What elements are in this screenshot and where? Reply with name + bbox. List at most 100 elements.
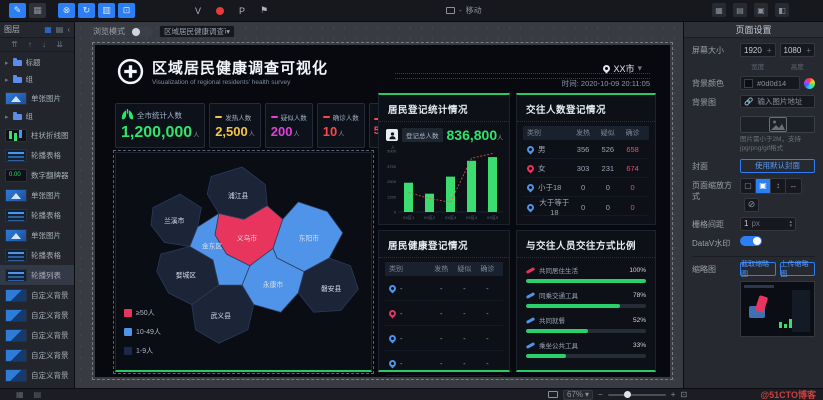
scale-none-icon[interactable]: ⊘ [744, 198, 759, 212]
layer-item[interactable]: 自定义背景块 [0, 305, 74, 325]
svg-text:XX区3: XX区3 [445, 215, 457, 220]
scale-fit-icon[interactable]: ▢ [741, 179, 756, 193]
thumbnail-view-icon[interactable]: ▦ [44, 25, 52, 34]
layer-item[interactable]: 单张图片 [0, 185, 74, 205]
stepper-icon[interactable]: ▴▾ [789, 220, 792, 228]
table-row[interactable]: 男356526658 [523, 140, 649, 159]
contact-table-panel[interactable]: 交往人数登记情况 类别发热疑似确诊男356526658女303231674小于1… [516, 93, 656, 225]
top-toolbar: ✎ ▦ ⊗ ↻ ▥ ⊡ V P ⚑ -移动 ▦ ▤ ▣ ◧ [0, 0, 823, 22]
capture-thumbnail-button[interactable]: 截取缩略图 [740, 262, 776, 276]
browse-mode-toggle[interactable] [131, 27, 153, 37]
location-selector[interactable]: XX市 ▾ [603, 62, 642, 75]
version-icon[interactable]: V [190, 3, 206, 19]
layer-item[interactable]: 轮播表格 [0, 145, 74, 165]
preview-icon[interactable]: P [234, 3, 250, 19]
table-row[interactable]: 小于18000 [523, 178, 649, 197]
grid-icon[interactable]: ▦ [29, 3, 46, 18]
table-row[interactable]: ---- [385, 301, 503, 326]
health-table-panel[interactable]: 居民健康登记情况 类别发热疑似确诊---------------- [378, 230, 510, 372]
move-top-icon[interactable]: ⇈ [11, 40, 18, 49]
editor-canvas[interactable]: 浏览模式 区域居民健康调查可视化 ▾ 区域居民健康调查可视化 Visualiza… [75, 22, 683, 388]
color-wheel-icon[interactable] [804, 78, 815, 89]
save-icon[interactable]: ⊡ [118, 3, 135, 18]
panel-toggle-icon[interactable]: ▤ [34, 390, 42, 399]
component-icon[interactable]: ⊗ [58, 3, 75, 18]
contact-methods-panel[interactable]: 与交往人员交往方式比例 共同居住生活100%同乘交通工具78%共同就餐52%乘坐… [516, 230, 656, 372]
bg-image-url-input[interactable]: 🔗 输入图片地址 [740, 95, 815, 108]
default-cover-button[interactable]: 使用默认封面 [740, 159, 815, 173]
image-dropzone[interactable] [740, 116, 815, 133]
tab-info-icon[interactable]: ◧ [775, 3, 789, 17]
edit-icon[interactable]: ✎ [9, 3, 26, 18]
list-view-icon[interactable]: ▤ [56, 25, 64, 34]
layer-item[interactable]: 数字翻牌器 [0, 165, 74, 185]
scale-fullscreen-icon[interactable]: ▣ [756, 179, 771, 193]
tab-grid-icon[interactable]: ▦ [712, 3, 726, 17]
upload-thumbnail-button[interactable]: 上传缩略图 [780, 262, 816, 276]
chart-icon[interactable]: ▥ [98, 3, 115, 18]
value-cell: 303 [571, 164, 596, 173]
fit-canvas-icon[interactable]: ⊡ [680, 390, 687, 399]
bookmark-icon[interactable]: ⚑ [256, 3, 272, 19]
move-down-icon[interactable]: ↓ [42, 40, 46, 49]
layer-item[interactable]: 自定义背景块 [0, 365, 74, 385]
method-label: 同乘交通工具 [539, 290, 578, 300]
zoom-level-select[interactable]: 67%▾ [563, 390, 593, 400]
layer-item[interactable]: 自定义背景块 [0, 285, 74, 305]
zoom-out-icon[interactable]: − [598, 390, 603, 399]
screen-height-input[interactable]: 1080+ [780, 43, 816, 57]
grid-gap-label: 栅格间距 [692, 217, 736, 230]
browse-mode-label: 浏览模式 [93, 26, 125, 37]
scale-horizontal-icon[interactable]: ↔ [786, 179, 801, 193]
screen-width-input[interactable]: 1920+ [740, 43, 776, 57]
map-panel[interactable]: 浦江县 义乌市 东阳市 磐安县 永康市 武义县 婺城区 金东区 兰溪市 ≥50人… [115, 152, 372, 372]
layer-item[interactable]: ▸标题 [0, 54, 74, 71]
bg-color-input[interactable]: #0d0d14 [740, 76, 800, 90]
table-row[interactable]: ---- [385, 276, 503, 301]
image-icon [769, 117, 787, 132]
zoom-slider[interactable] [608, 394, 666, 396]
datav-editor: ✎ ▦ ⊗ ↻ ▥ ⊡ V P ⚑ -移动 ▦ ▤ ▣ ◧ 图层 ▦ ▤ ‹ ⇈ [0, 0, 823, 400]
layer-item[interactable]: 单张图片 [0, 225, 74, 245]
zoom-in-icon[interactable]: + [671, 390, 676, 399]
category-label: 女 [538, 163, 546, 174]
watermark-toggle[interactable] [740, 236, 762, 246]
table-row[interactable]: 大于等于18000 [523, 197, 649, 216]
move-bottom-icon[interactable]: ⇊ [56, 40, 63, 49]
layer-item[interactable]: 单张图片 [0, 88, 74, 108]
screen-fit-icon[interactable] [548, 391, 558, 398]
record-icon[interactable] [212, 3, 228, 19]
layer-item[interactable]: 轮播表格 [0, 245, 74, 265]
method-value: 33% [633, 342, 646, 349]
stepper-icon[interactable]: + [806, 46, 811, 55]
registration-panel[interactable]: 居民登记统计情况 登记总人数 836,800人 0125025003750500… [378, 93, 510, 225]
stepper-icon[interactable]: + [767, 46, 772, 55]
table-row[interactable]: 女303231674 [523, 159, 649, 178]
move-up-icon[interactable]: ↑ [28, 40, 32, 49]
grid-toggle-icon[interactable]: ▦ [16, 390, 24, 399]
collapse-panel-icon[interactable]: ‹ [67, 25, 70, 34]
layer-item[interactable]: 自定义背景块 [0, 325, 74, 345]
layer-arrange-toolbar: ⇈ ↑ ↓ ⇊ [0, 38, 74, 52]
method-label-row: 共同就餐52% [526, 315, 646, 325]
table-thumbnail-icon [5, 209, 27, 222]
grid-gap-input[interactable]: 1 px ▴▾ [740, 217, 796, 231]
history-icon[interactable]: ↻ [78, 3, 95, 18]
scale-vertical-icon[interactable]: ↕ [771, 179, 786, 193]
layer-item[interactable]: ▸组 [0, 71, 74, 88]
layer-item[interactable]: 轮播列表 [0, 265, 74, 285]
tab-chart-icon[interactable]: ▣ [754, 3, 768, 17]
table-row[interactable]: ---- [385, 351, 503, 376]
screen-select[interactable]: 区域居民健康调查可视化 ▾ [159, 25, 235, 38]
table-thumbnail-icon [5, 269, 27, 282]
table-row[interactable]: ---- [385, 326, 503, 351]
layer-item[interactable]: ▸组 [0, 108, 74, 125]
value-cell: 0 [620, 203, 645, 212]
layer-item[interactable]: 柱状折线图 [0, 125, 74, 145]
tab-list-icon[interactable]: ▤ [733, 3, 747, 17]
layer-item[interactable]: 自定义背景块 [0, 345, 74, 365]
layer-item[interactable]: 轮播表格 [0, 205, 74, 225]
column-header: 确诊 [476, 264, 499, 274]
value-cell: - [476, 284, 499, 293]
dashboard-screen[interactable]: 区域居民健康调查可视化 Visualization of regional re… [95, 45, 670, 377]
